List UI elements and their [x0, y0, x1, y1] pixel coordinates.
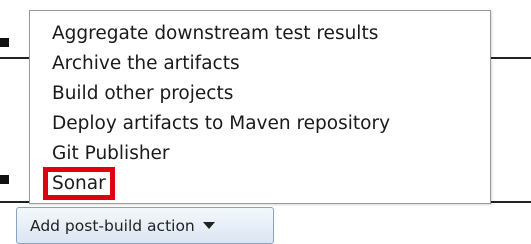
menu-item-aggregate-downstream-test-results[interactable]: Aggregate downstream test results [30, 19, 490, 49]
menu-item-label-highlighted: Sonar [43, 167, 115, 200]
menu-item-archive-the-artifacts[interactable]: Archive the artifacts [30, 49, 490, 79]
menu-item-git-publisher[interactable]: Git Publisher [30, 139, 490, 169]
menu-item-label: Aggregate downstream test results [52, 23, 379, 44]
add-post-build-action-label: Add post-build action [30, 216, 195, 235]
background-section-marker [0, 175, 9, 184]
menu-item-label: Deploy artifacts to Maven repository [52, 113, 391, 134]
menu-item-sonar[interactable]: Sonar [30, 167, 490, 200]
menu-item-label: Git Publisher [52, 143, 170, 164]
menu-item-label: Archive the artifacts [52, 53, 240, 74]
menu-item-label: Build other projects [52, 83, 234, 104]
dropdown-arrow-icon [202, 222, 215, 229]
post-build-action-menu: Aggregate downstream test results Archiv… [29, 10, 491, 204]
background-section-marker [0, 38, 9, 47]
add-post-build-action-button[interactable]: Add post-build action [16, 207, 274, 244]
menu-item-deploy-artifacts-to-maven[interactable]: Deploy artifacts to Maven repository [30, 109, 490, 139]
menu-item-build-other-projects[interactable]: Build other projects [30, 79, 490, 109]
